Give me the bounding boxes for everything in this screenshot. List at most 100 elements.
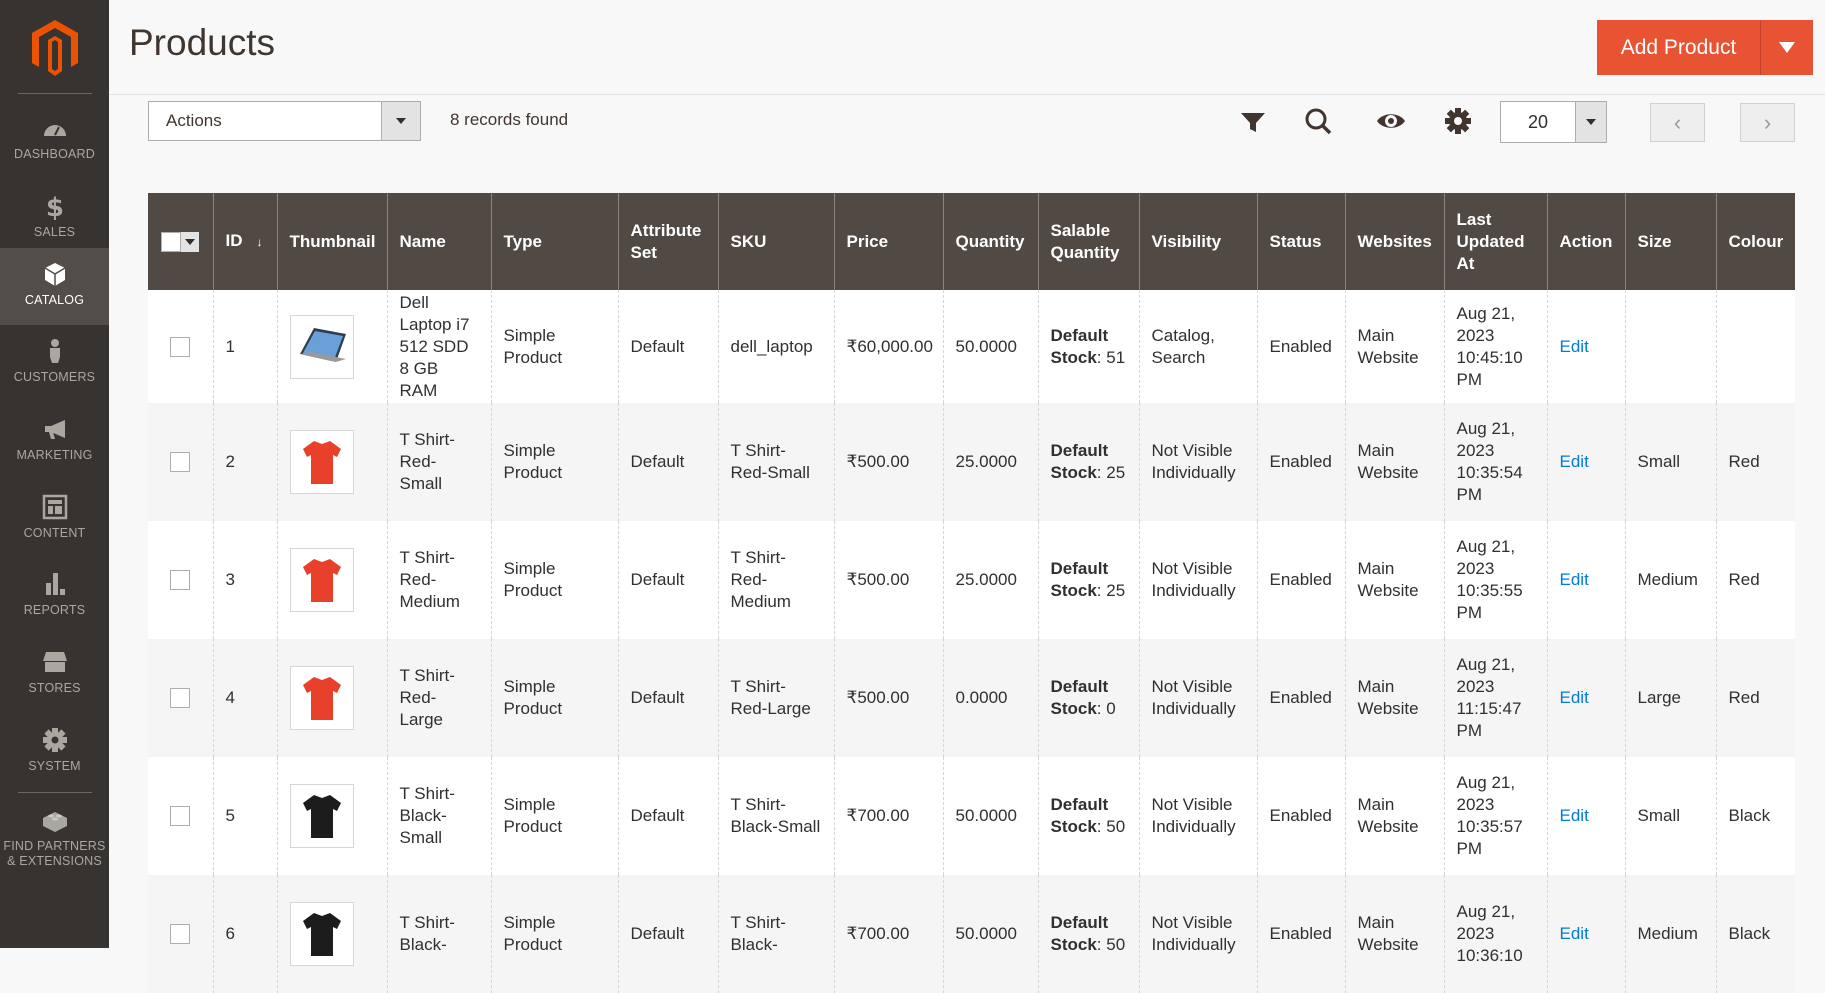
column-header-action[interactable]: Action bbox=[1546, 193, 1625, 290]
product-thumbnail[interactable] bbox=[289, 784, 354, 848]
column-header-visibility[interactable]: Visibility bbox=[1138, 193, 1257, 290]
sidebar-item-system[interactable]: SYSTEM bbox=[0, 714, 109, 791]
row-checkbox[interactable] bbox=[170, 806, 191, 826]
set-cell: Default bbox=[617, 290, 718, 403]
layout-icon bbox=[42, 494, 67, 520]
search-icon[interactable] bbox=[1302, 105, 1334, 137]
table-row[interactable]: 5T Shirt-Black-Small Simple Product Defaul… bbox=[148, 757, 1795, 875]
column-header-label: Salable Quantity bbox=[1050, 220, 1120, 262]
column-header-name[interactable]: Name bbox=[386, 193, 491, 290]
set-cell: Default bbox=[617, 639, 718, 757]
thumbnail-cell bbox=[276, 290, 387, 403]
eye-icon[interactable] bbox=[1375, 105, 1407, 137]
mass-select-checkbox[interactable] bbox=[161, 231, 200, 252]
row-checkbox[interactable] bbox=[170, 336, 191, 357]
filter-icon[interactable] bbox=[1237, 105, 1269, 137]
mass-select-column[interactable] bbox=[148, 193, 213, 290]
product-thumbnail[interactable] bbox=[289, 430, 354, 494]
gear-icon bbox=[42, 728, 67, 752]
table-row[interactable]: 2T Shirt-Red-Small Simple Product Default T… bbox=[148, 403, 1795, 521]
table-row[interactable]: 6T Shirt-Black- Simple Product Default T Sh… bbox=[148, 875, 1795, 993]
row-select-cell[interactable] bbox=[148, 875, 213, 993]
sidebar-item-customers[interactable]: CUSTOMERS bbox=[0, 325, 109, 402]
column-header-size[interactable]: Size bbox=[1624, 193, 1716, 290]
column-header-last-updated-at[interactable]: Last Updated At bbox=[1443, 193, 1547, 290]
column-header-websites[interactable]: Websites bbox=[1344, 193, 1444, 290]
row-checkbox[interactable] bbox=[170, 924, 191, 944]
product-thumbnail[interactable] bbox=[289, 902, 354, 966]
edit-link[interactable]: Edit bbox=[1560, 924, 1589, 943]
add-product-button[interactable]: Add Product bbox=[1597, 20, 1813, 75]
row-select-cell[interactable] bbox=[148, 290, 213, 403]
product-thumbnail[interactable] bbox=[289, 666, 354, 730]
column-header-label: Price bbox=[846, 231, 889, 251]
column-header-id[interactable]: ID ↓ bbox=[212, 193, 277, 290]
row-select-cell[interactable] bbox=[148, 639, 213, 757]
row-checkbox[interactable] bbox=[170, 688, 191, 708]
column-header-label: Name bbox=[399, 231, 446, 251]
add-product-dropdown-toggle[interactable] bbox=[1761, 20, 1813, 75]
row-checkbox[interactable] bbox=[170, 570, 191, 590]
table-row[interactable]: 3T Shirt-Red-Medium Simple Product Default… bbox=[148, 521, 1795, 639]
column-header-attribute-set[interactable]: Attribute Set bbox=[617, 193, 718, 290]
edit-link[interactable]: Edit bbox=[1560, 570, 1589, 589]
magento-logo[interactable] bbox=[30, 20, 80, 76]
column-header-status[interactable]: Status bbox=[1256, 193, 1345, 290]
sidebar-item-content[interactable]: CONTENT bbox=[0, 481, 109, 558]
price-cell: ₹500.00 bbox=[833, 403, 943, 521]
column-header-type[interactable]: Type bbox=[490, 193, 618, 290]
product-thumbnail[interactable] bbox=[289, 314, 354, 379]
id-cell: 1 bbox=[212, 290, 277, 403]
table-row[interactable]: 1 Dell Laptop i7 512 SDD 8 GB RAM Simple P… bbox=[148, 290, 1795, 403]
sidebar-item-marketing[interactable]: MARKETING bbox=[0, 403, 109, 480]
previous-page-button[interactable]: ‹ bbox=[1650, 103, 1705, 142]
updated-cell: Aug 21, 2023 11:15:47 PM bbox=[1443, 639, 1547, 757]
row-select-cell[interactable] bbox=[148, 757, 213, 875]
actions-dropdown-button[interactable] bbox=[381, 102, 420, 140]
add-product-label[interactable]: Add Product bbox=[1597, 20, 1761, 75]
sidebar-item-find-partners[interactable]: FIND PARTNERS & EXTENSIONS bbox=[0, 794, 109, 894]
gear-icon[interactable] bbox=[1442, 105, 1474, 137]
sku-cell: T Shirt-Red-Large bbox=[717, 639, 834, 757]
updated-cell: Aug 21, 2023 10:35:57 PM bbox=[1443, 757, 1547, 875]
visibility-cell: Not Visible Individually bbox=[1138, 639, 1257, 757]
price-cell: ₹500.00 bbox=[833, 639, 943, 757]
column-header-salable-quantity[interactable]: Salable Quantity bbox=[1037, 193, 1139, 290]
next-page-button[interactable]: › bbox=[1740, 103, 1795, 142]
salable-quantity-value: 50 bbox=[1106, 935, 1126, 954]
table-row[interactable]: 4T Shirt-Red-Large Simple Product Default T… bbox=[148, 639, 1795, 757]
type-cell: Simple Product bbox=[490, 403, 618, 521]
edit-link[interactable]: Edit bbox=[1560, 806, 1589, 825]
edit-link[interactable]: Edit bbox=[1560, 688, 1589, 707]
row-select-cell[interactable] bbox=[148, 403, 213, 521]
updated-cell: Aug 21, 2023 10:45:10 PM bbox=[1443, 290, 1547, 403]
sidebar-item-stores[interactable]: STORES bbox=[0, 636, 109, 713]
edit-link[interactable]: Edit bbox=[1560, 337, 1589, 356]
sidebar-divider bbox=[18, 792, 92, 793]
sidebar-item-dashboard[interactable]: DASHBOARD bbox=[0, 102, 109, 179]
sku-cell: T Shirt-Red-Small bbox=[717, 403, 834, 521]
column-header-quantity[interactable]: Quantity bbox=[942, 193, 1038, 290]
per-page-value[interactable]: 20 bbox=[1501, 102, 1575, 142]
edit-link[interactable]: Edit bbox=[1560, 452, 1589, 471]
per-page-dropdown-button[interactable] bbox=[1575, 102, 1606, 142]
column-header-price[interactable]: Price bbox=[833, 193, 943, 290]
sidebar-item-reports[interactable]: REPORTS bbox=[0, 558, 109, 635]
thumbnail-cell bbox=[276, 403, 387, 521]
svg-text:$: $ bbox=[45, 193, 63, 220]
column-header-sku[interactable]: SKU bbox=[717, 193, 834, 290]
sidebar-item-label: DASHBOARD bbox=[14, 147, 95, 161]
size-cell: Small bbox=[1624, 757, 1716, 875]
row-checkbox[interactable] bbox=[170, 452, 191, 472]
dollar-icon: $ bbox=[45, 193, 63, 220]
actions-select[interactable]: Actions bbox=[148, 101, 421, 141]
column-header-colour[interactable]: Colour bbox=[1715, 193, 1795, 290]
sidebar-item-sales[interactable]: $ SALES bbox=[0, 180, 109, 257]
sidebar-item-catalog[interactable]: CATALOG bbox=[0, 248, 109, 325]
column-header-thumbnail[interactable]: Thumbnail bbox=[276, 193, 387, 290]
per-page-select[interactable]: 20 bbox=[1500, 101, 1607, 143]
column-header-label: SKU bbox=[730, 231, 767, 251]
set-cell: Default bbox=[617, 757, 718, 875]
product-thumbnail[interactable] bbox=[289, 548, 354, 612]
row-select-cell[interactable] bbox=[148, 521, 213, 639]
